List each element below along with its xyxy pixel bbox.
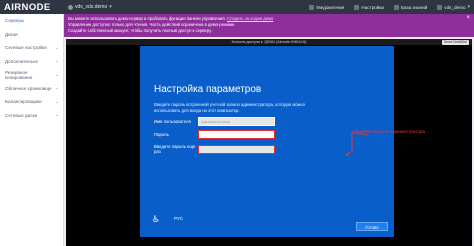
chevron-down-icon: ⌄ (54, 112, 59, 119)
windows-setup-screen: Настройка параметров Введите пароль встр… (140, 46, 425, 237)
username-field: Администратор (198, 117, 275, 126)
bell-icon (308, 4, 314, 10)
sidebar-item-cloud-storage[interactable]: Облачное хранилище ⌄ (0, 82, 63, 96)
confirm-password-label: Введите пароль еще раз (154, 144, 196, 154)
sidebar-item-balancers[interactable]: Балансировщики ⌄ (0, 95, 63, 109)
server-status-icon (68, 4, 73, 10)
sidebar-item-network[interactable]: Сетевые настройки ⌄ (0, 41, 63, 55)
sidebar-item-servers[interactable]: Серверы (0, 14, 63, 28)
chevron-down-icon: ⌄ (54, 44, 59, 51)
user-icon (437, 4, 443, 10)
chevron-down-icon: ⌄ (54, 98, 59, 105)
chevron-down-icon: ▾ (109, 4, 112, 10)
banner-link[interactable]: Следить за ходом демо (227, 16, 273, 21)
sidebar-item-backup[interactable]: Резервное копирование ⌄ (0, 68, 63, 82)
accessibility-icon[interactable]: ♿ (152, 214, 164, 226)
knowledge-base-button[interactable]: База знаний (393, 4, 427, 10)
chevron-down-icon: ⌄ (54, 85, 59, 92)
username-row: Имя пользователя Администратор (154, 117, 384, 126)
demo-banner: Вы можете использовать демо-сервер и про… (64, 14, 474, 37)
annotation-text: Задайте пароль Администратора (354, 129, 426, 134)
send-ctrl-alt-del-button[interactable]: Send CtrlAltDel (441, 39, 469, 45)
top-bar: AIRNODE vds_vds.demo ▾ Уведомления Настр… (0, 0, 474, 14)
sidebar-item-network-disks[interactable]: Сетевые диски ⌄ (0, 109, 63, 123)
language-indicator[interactable]: РУС (174, 216, 183, 221)
chevron-down-icon: ⌄ (54, 71, 59, 78)
page-title: Настройка параметров (154, 84, 262, 95)
server-name: vds_vds.demo (75, 4, 108, 10)
settings-button[interactable]: Настройки (354, 4, 384, 10)
user-menu[interactable]: vds_demo ▾ (437, 4, 470, 10)
brand-logo[interactable]: AIRNODE (0, 0, 64, 14)
book-icon (393, 4, 399, 10)
password-field[interactable] (198, 130, 275, 139)
top-right-menu: Уведомления Настройки База знаний vds_de… (308, 0, 470, 14)
sidebar-item-additional[interactable]: Дополнительно ⌄ (0, 55, 63, 69)
vm-screen[interactable]: Настройка параметров Введите пароль встр… (66, 45, 472, 246)
notifications-button[interactable]: Уведомления (308, 4, 344, 10)
chevron-down-icon: ▾ (467, 4, 470, 10)
vm-console-area: Консоль доступа к: QEMU (Airnode-VM01/v5… (64, 37, 474, 246)
password-label: Пароль (154, 132, 169, 137)
sidebar-item-disks[interactable]: Диски (0, 28, 63, 42)
username-label: Имя пользователя (154, 119, 191, 124)
confirm-password-field[interactable] (198, 144, 275, 154)
chevron-down-icon: ⌄ (54, 58, 59, 65)
finish-button[interactable]: Готово (356, 222, 388, 231)
sidebar: Серверы Диски Сетевые настройки ⌄ Дополни… (0, 14, 64, 246)
gear-icon (354, 4, 360, 10)
server-selector[interactable]: vds_vds.demo ▾ (68, 4, 112, 10)
close-icon[interactable]: × (466, 15, 470, 21)
setup-description: Введите пароль встроенной учетной записи… (154, 102, 305, 113)
